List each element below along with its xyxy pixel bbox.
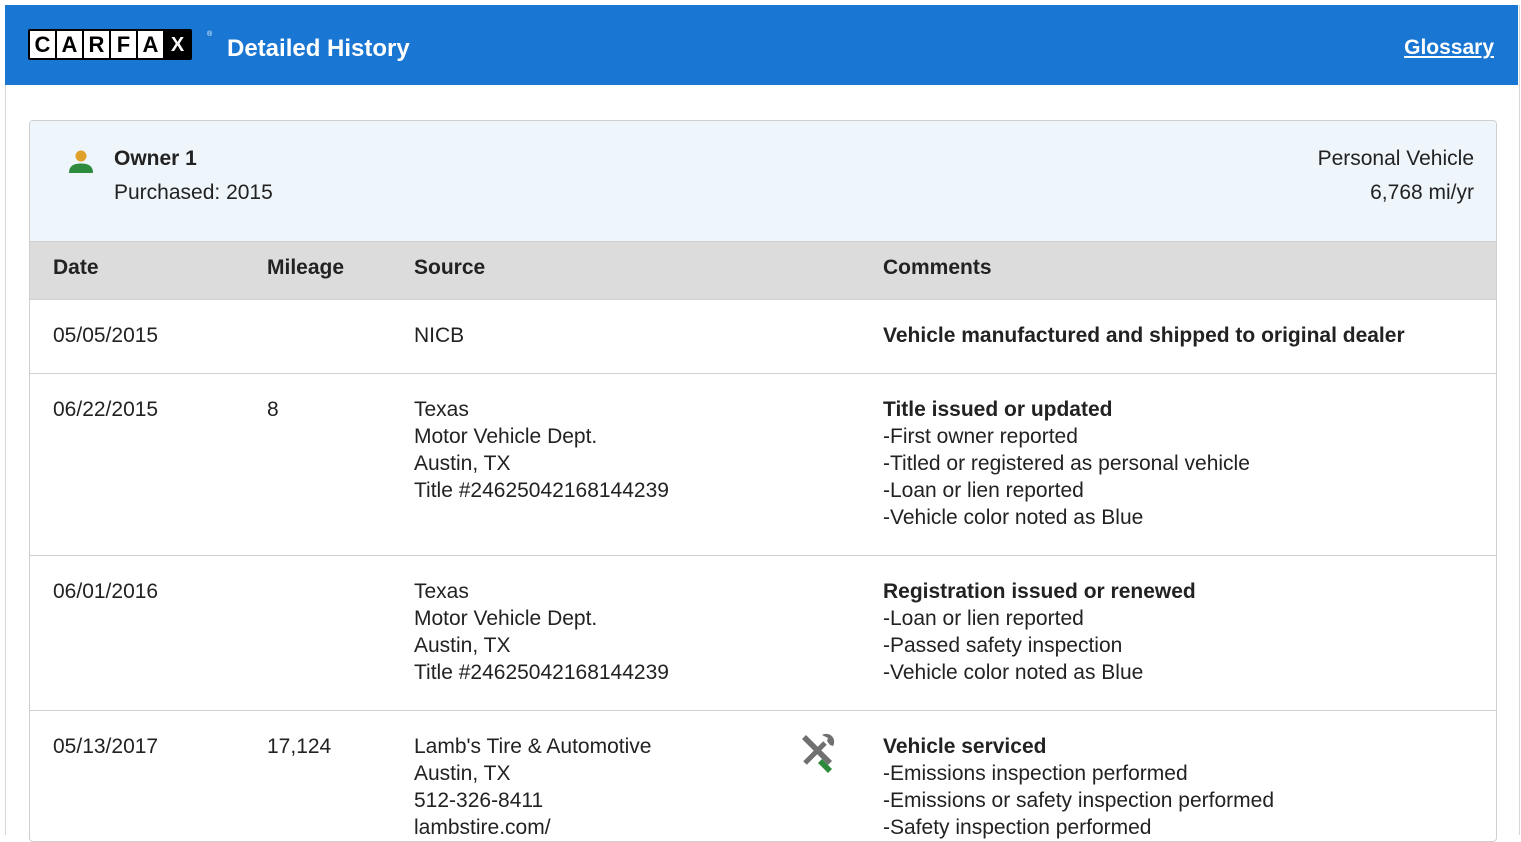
source-line: Austin, TX — [414, 762, 511, 785]
bullet-dash: - — [883, 816, 890, 839]
bullet-dash: - — [883, 479, 890, 502]
comment-text: Titled or registered as personal vehicle — [890, 452, 1250, 475]
row-comments: Vehicle serviced -Emissions inspection pe… — [883, 733, 1274, 841]
column-header-mileage: Mileage — [267, 256, 345, 279]
bullet-dash: - — [883, 634, 890, 657]
source-line: Austin, TX — [414, 452, 511, 475]
comment-item: -Safety inspection performed — [883, 814, 1274, 841]
source-line: 512-326-8411 — [414, 789, 544, 812]
comment-item: -First owner reported — [883, 423, 1250, 450]
source-line: Texas — [414, 398, 469, 421]
header-bar: C A R F A X ® Detailed History Glossary — [5, 5, 1518, 85]
comment-text: Loan or lien reported — [890, 607, 1084, 630]
bullet-dash: - — [883, 607, 890, 630]
service-tools-icon — [796, 731, 838, 780]
source-line: Austin, TX — [414, 634, 511, 657]
glossary-link[interactable]: Glossary — [1404, 36, 1494, 60]
owner-name: Owner 1 — [114, 147, 197, 170]
bullet-dash: - — [883, 762, 890, 785]
source-line: Motor Vehicle Dept. — [414, 607, 598, 630]
bullet-dash: - — [883, 789, 890, 812]
row-mileage: 8 — [267, 398, 279, 421]
bullet-dash: - — [883, 425, 890, 448]
comment-text: Loan or lien reported — [890, 479, 1084, 502]
page-title: Detailed History — [227, 35, 410, 62]
column-header-date: Date — [53, 256, 99, 279]
comment-text: Safety inspection performed — [890, 816, 1152, 839]
source-line: NICB — [414, 324, 465, 347]
row-date: 06/22/2015 — [53, 398, 159, 421]
owner-purchased: Purchased: 2015 — [114, 181, 273, 204]
owner-history-card: Owner 1 Purchased: 2015 Personal Vehicle… — [29, 120, 1497, 842]
logo-letter: C — [30, 31, 55, 58]
source-line: Title #24625042168144239 — [414, 479, 669, 502]
owner-summary: Owner 1 Purchased: 2015 Personal Vehicle… — [30, 121, 1496, 242]
logo-letter: F — [111, 31, 136, 58]
mileage-rate: 6,768 mi/yr — [1370, 181, 1474, 204]
history-rows: 05/05/2015 NICB Vehicle manufactured and s… — [30, 300, 1496, 841]
row-source: Lamb's Tire & Automotive Austin, TX 512-32… — [414, 733, 651, 841]
logo-letter: R — [84, 31, 109, 58]
source-line: Title #24625042168144239 — [414, 661, 669, 684]
comment-item: -Vehicle color noted as Blue — [883, 659, 1196, 686]
row-date: 05/05/2015 — [53, 324, 159, 347]
table-row: 06/01/2016 Texas Motor Vehicle Dept. Austin… — [30, 556, 1496, 711]
carfax-logo[interactable]: C A R F A X — [28, 29, 192, 60]
comment-item: -Emissions or safety inspection performe… — [883, 787, 1274, 814]
comment-heading: Registration issued or renewed — [883, 580, 1196, 603]
row-source: NICB — [414, 322, 464, 349]
row-comments: Title issued or updated -First owner repo… — [883, 396, 1250, 531]
bullet-dash: - — [883, 661, 890, 684]
column-header-source: Source — [414, 256, 486, 279]
comment-text: Emissions inspection performed — [890, 762, 1188, 785]
logo-letter: A — [57, 31, 82, 58]
column-header-comments: Comments — [883, 256, 992, 279]
table-row: 06/22/2015 8 Texas Motor Vehicle Dept. Austi… — [30, 374, 1496, 556]
comment-text: Vehicle color noted as Blue — [890, 506, 1144, 529]
row-source: Texas Motor Vehicle Dept. Austin, TX Title … — [414, 396, 669, 504]
comment-item: -Vehicle color noted as Blue — [883, 504, 1250, 531]
source-line: Lamb's Tire & Automotive — [414, 735, 652, 758]
bullet-dash: - — [883, 452, 890, 475]
comment-item: -Passed safety inspection — [883, 632, 1196, 659]
comment-text: Emissions or safety inspection performed — [890, 789, 1274, 812]
comment-item: -Loan or lien reported — [883, 605, 1196, 632]
comment-item: -Emissions inspection performed — [883, 760, 1274, 787]
source-line: lambstire.com/ — [414, 816, 551, 839]
logo-letter: A — [138, 31, 163, 58]
row-comments: Vehicle manufactured and shipped to orig… — [883, 322, 1405, 349]
person-icon — [69, 150, 93, 173]
vehicle-use: Personal Vehicle — [1317, 147, 1474, 170]
comment-text: First owner reported — [890, 425, 1078, 448]
logo-letter: X — [165, 31, 190, 58]
row-source: Texas Motor Vehicle Dept. Austin, TX Title … — [414, 578, 669, 686]
row-date: 05/13/2017 — [53, 735, 159, 758]
row-comments: Registration issued or renewed -Loan or l… — [883, 578, 1196, 686]
comment-item: -Loan or lien reported — [883, 477, 1250, 504]
comment-text: Passed safety inspection — [890, 634, 1123, 657]
registered-mark: ® — [207, 31, 213, 38]
comment-item: -Titled or registered as personal vehicl… — [883, 450, 1250, 477]
comment-heading: Title issued or updated — [883, 398, 1113, 421]
table-row: 05/13/2017 17,124 Lamb's Tire & Automotive… — [30, 711, 1496, 841]
source-line: Texas — [414, 580, 469, 603]
row-mileage: 17,124 — [267, 735, 332, 758]
comment-heading: Vehicle serviced — [883, 735, 1047, 758]
row-date: 06/01/2016 — [53, 580, 159, 603]
table-header: Date Mileage Source Comments — [30, 242, 1496, 300]
comment-heading: Vehicle manufactured and shipped to orig… — [883, 324, 1405, 347]
bullet-dash: - — [883, 506, 890, 529]
comment-text: Vehicle color noted as Blue — [890, 661, 1144, 684]
source-line: Motor Vehicle Dept. — [414, 425, 598, 448]
table-row: 05/05/2015 NICB Vehicle manufactured and s… — [30, 300, 1496, 374]
